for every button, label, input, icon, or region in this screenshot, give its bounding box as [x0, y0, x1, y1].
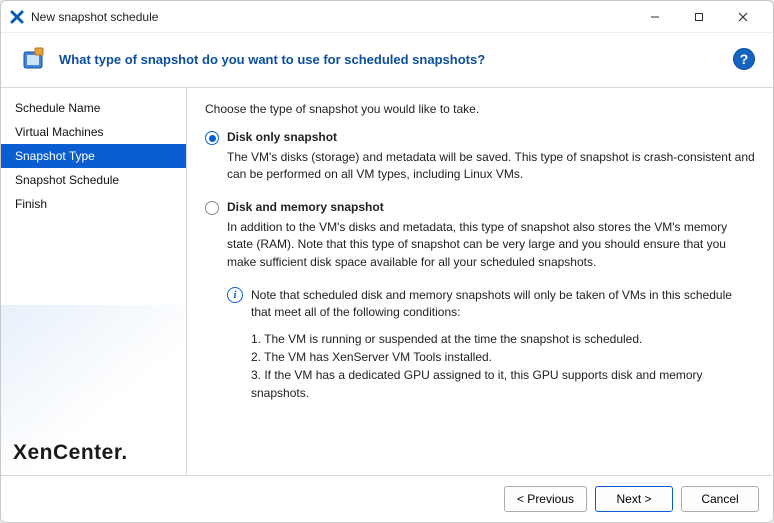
option-disk-memory-desc: In addition to the VM's disks and metada… — [227, 219, 755, 271]
option-disk-only-label: Disk only snapshot — [227, 130, 337, 144]
sidebar-item-snapshot-schedule[interactable]: Snapshot Schedule — [1, 168, 186, 192]
close-button[interactable] — [721, 3, 765, 31]
sidebar-item-schedule-name[interactable]: Schedule Name — [1, 96, 186, 120]
radio-disk-memory[interactable] — [205, 201, 219, 215]
app-icon — [9, 9, 25, 25]
wizard-content: Choose the type of snapshot you would li… — [187, 88, 773, 475]
wizard-footer: < Previous Next > Cancel — [1, 475, 773, 522]
brand-logo: XenCenter. — [13, 441, 128, 465]
condition-1: 1. The VM is running or suspended at the… — [251, 330, 755, 348]
titlebar: New snapshot schedule — [1, 1, 773, 33]
option-disk-memory-label: Disk and memory snapshot — [227, 200, 384, 214]
note-text: Note that scheduled disk and memory snap… — [251, 287, 755, 322]
help-button[interactable]: ? — [733, 48, 755, 70]
note-row: i Note that scheduled disk and memory sn… — [227, 287, 755, 322]
maximize-button[interactable] — [677, 3, 721, 31]
next-button[interactable]: Next > — [595, 486, 673, 512]
wizard-steps-sidebar: Schedule Name Virtual Machines Snapshot … — [1, 88, 187, 475]
sidebar-item-finish[interactable]: Finish — [1, 192, 186, 216]
option-disk-only-desc: The VM's disks (storage) and metadata wi… — [227, 149, 755, 184]
sidebar-item-virtual-machines[interactable]: Virtual Machines — [1, 120, 186, 144]
option-disk-memory[interactable]: Disk and memory snapshot — [205, 200, 755, 215]
radio-disk-only[interactable] — [205, 131, 219, 145]
condition-2: 2. The VM has XenServer VM Tools install… — [251, 348, 755, 366]
snapshot-icon — [19, 45, 47, 73]
condition-3: 3. If the VM has a dedicated GPU assigne… — [251, 366, 755, 402]
conditions-list: 1. The VM is running or suspended at the… — [251, 330, 755, 402]
sidebar-item-snapshot-type[interactable]: Snapshot Type — [1, 144, 186, 168]
minimize-button[interactable] — [633, 3, 677, 31]
wizard-body: Schedule Name Virtual Machines Snapshot … — [1, 88, 773, 475]
wizard-dialog: New snapshot schedule What type of snaps… — [0, 0, 774, 523]
intro-text: Choose the type of snapshot you would li… — [205, 102, 755, 116]
page-title: What type of snapshot do you want to use… — [59, 52, 485, 67]
option-disk-only[interactable]: Disk only snapshot — [205, 130, 755, 145]
cancel-button[interactable]: Cancel — [681, 486, 759, 512]
previous-button[interactable]: < Previous — [504, 486, 587, 512]
info-icon: i — [227, 287, 243, 303]
wizard-header: What type of snapshot do you want to use… — [1, 33, 773, 88]
window-title: New snapshot schedule — [31, 10, 158, 24]
